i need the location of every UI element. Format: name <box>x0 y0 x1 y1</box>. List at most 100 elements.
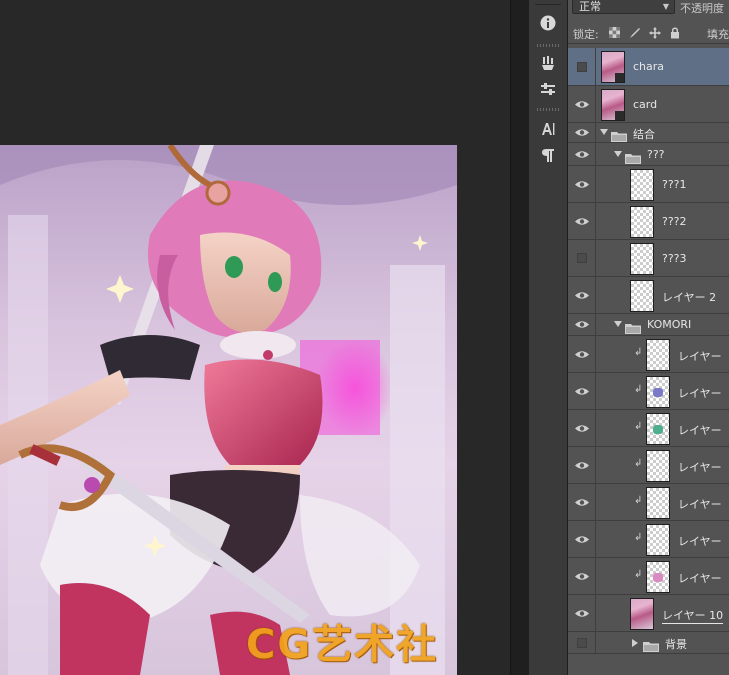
visibility-eye-icon[interactable] <box>568 484 596 520</box>
visibility-eye-icon[interactable] <box>568 595 596 631</box>
layer-name: card <box>633 98 658 111</box>
blend-options-row: 正常 ▼ 不透明度 <box>568 0 729 20</box>
layer-row[interactable]: ↲ レイヤー <box>568 410 729 447</box>
layer-thumbnail <box>630 598 654 630</box>
panel-divider <box>568 43 729 44</box>
layer-row[interactable]: ↲ レイヤー <box>568 447 729 484</box>
layer-thumbnail <box>630 169 654 201</box>
visibility-eye-icon[interactable] <box>568 166 596 202</box>
visibility-eye-icon[interactable] <box>568 336 596 372</box>
visibility-eye-icon[interactable] <box>568 410 596 446</box>
canvas-artwork[interactable] <box>0 145 457 675</box>
character-illustration <box>0 145 457 675</box>
visibility-eye-icon[interactable] <box>568 143 596 165</box>
fill-label: 填充 <box>707 28 729 41</box>
clipping-mask-icon: ↲ <box>634 421 643 432</box>
watermark-logo: CG艺术社 <box>246 622 439 668</box>
visibility-eye-icon[interactable] <box>568 314 596 335</box>
collapse-arrow-icon[interactable] <box>632 639 638 647</box>
layers-panel: 正常 ▼ 不透明度 锁定: 填充 chara card 结合??? ???1 ???2?… <box>568 0 729 675</box>
layer-row[interactable]: ↲ レイヤー <box>568 336 729 373</box>
visibility-eye-icon[interactable] <box>568 373 596 409</box>
clipping-mask-icon: ↲ <box>634 495 643 506</box>
folder-icon <box>611 127 627 142</box>
clipping-mask-icon: ↲ <box>634 458 643 469</box>
visibility-eye-icon[interactable] <box>568 447 596 483</box>
adjustment-sliders-icon[interactable] <box>536 78 560 100</box>
layer-thumbnail <box>646 450 670 482</box>
layer-name: ???1 <box>662 178 687 191</box>
layer-name: chara <box>633 60 665 73</box>
lock-options-row: 锁定: 填充 <box>568 24 729 44</box>
opacity-label: 不透明度 <box>680 2 724 15</box>
layer-thumbnail <box>646 524 670 556</box>
visibility-eye-icon[interactable] <box>568 521 596 557</box>
folder-icon <box>643 637 659 652</box>
lock-transparent-pixels-icon[interactable] <box>608 26 621 39</box>
smart-object-badge-icon <box>615 73 624 82</box>
folder-icon <box>625 149 641 164</box>
paragraph-icon[interactable] <box>536 144 560 166</box>
layer-row[interactable]: ↲ レイヤー <box>568 484 729 521</box>
layer-name: 背景 <box>665 638 687 651</box>
layer-thumbnail <box>646 413 670 445</box>
visibility-eye-icon[interactable] <box>568 558 596 594</box>
visibility-off-toggle[interactable] <box>568 48 596 85</box>
layer-thumbnail <box>601 51 625 83</box>
folder-icon <box>625 319 641 334</box>
lock-all-icon[interactable] <box>668 26 681 39</box>
layer-name: レイヤー 2 <box>662 291 717 304</box>
layer-row[interactable]: レイヤー 2 <box>568 277 729 314</box>
layer-name: ???2 <box>662 215 687 228</box>
visibility-eye-icon[interactable] <box>568 277 596 313</box>
layer-thumbnail <box>630 243 654 275</box>
dock-grip[interactable] <box>537 44 559 47</box>
layer-thumbnail <box>646 561 670 593</box>
layer-name: ???3 <box>662 252 687 265</box>
dock-grip[interactable] <box>537 108 559 111</box>
blend-mode-select[interactable]: 正常 ▼ <box>572 0 675 14</box>
layer-name: レイヤー <box>678 572 722 585</box>
visibility-off-toggle[interactable] <box>568 632 596 653</box>
expand-arrow-icon[interactable] <box>614 151 622 157</box>
layer-group-row[interactable]: 背景 <box>568 632 729 654</box>
visibility-eye-icon[interactable] <box>568 203 596 239</box>
layer-name: レイヤー <box>678 350 722 363</box>
lock-image-pixels-icon[interactable] <box>628 26 641 39</box>
lock-position-icon[interactable] <box>648 26 661 39</box>
layer-row[interactable]: ???1 <box>568 166 729 203</box>
layer-row[interactable]: card <box>568 86 729 123</box>
layer-thumbnail <box>630 280 654 312</box>
layer-row[interactable]: ↲ レイヤー <box>568 373 729 410</box>
expand-arrow-icon[interactable] <box>600 129 608 135</box>
layer-name: レイヤー <box>678 498 722 511</box>
layer-thumbnail <box>646 339 670 371</box>
layer-row[interactable]: ↲ レイヤー <box>568 558 729 595</box>
character-icon[interactable] <box>536 118 560 140</box>
layer-group-row[interactable]: KOMORI <box>568 314 729 336</box>
layer-row[interactable]: レイヤー 10 <box>568 595 729 632</box>
clipping-mask-icon: ↲ <box>634 569 643 580</box>
blend-mode-value: 正常 <box>579 0 601 13</box>
document-workspace[interactable]: CG艺术社 <box>0 0 510 675</box>
layer-row[interactable]: chara <box>568 48 729 86</box>
layer-thumbnail <box>646 487 670 519</box>
clipping-mask-icon: ↲ <box>634 347 643 358</box>
visibility-eye-icon[interactable] <box>568 86 596 122</box>
layer-group-row[interactable]: 结合 <box>568 123 729 143</box>
layer-group-row[interactable]: ??? <box>568 143 729 166</box>
info-icon[interactable] <box>536 12 560 34</box>
lock-label: 锁定: <box>573 28 599 41</box>
layer-row[interactable]: ↲ レイヤー <box>568 521 729 558</box>
panel-icon-dock <box>529 0 568 675</box>
clipping-mask-icon: ↲ <box>634 532 643 543</box>
expand-arrow-icon[interactable] <box>614 321 622 327</box>
visibility-off-toggle[interactable] <box>568 240 596 276</box>
layer-name: レイヤー <box>678 535 722 548</box>
visibility-eye-icon[interactable] <box>568 123 596 142</box>
brush-preset-icon[interactable] <box>536 52 560 74</box>
clipping-mask-icon: ↲ <box>634 384 643 395</box>
layer-name: KOMORI <box>647 318 692 331</box>
layer-row[interactable]: ???3 <box>568 240 729 277</box>
layer-row[interactable]: ???2 <box>568 203 729 240</box>
